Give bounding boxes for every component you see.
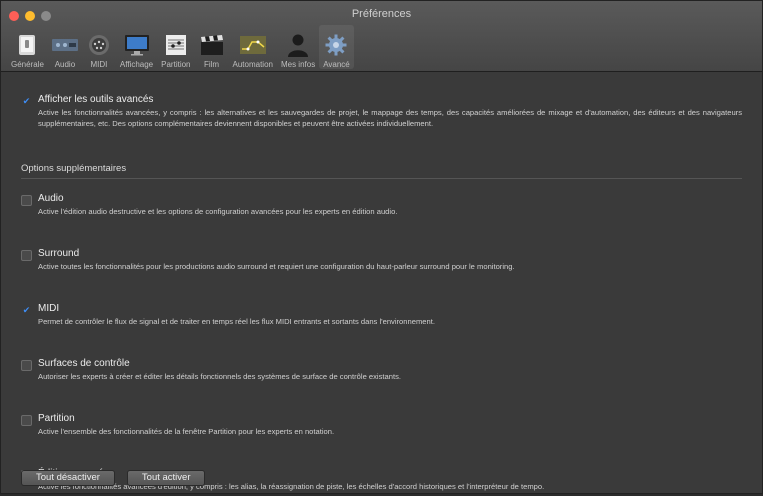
score-icon (163, 33, 189, 57)
tab-midi[interactable]: MIDI (82, 25, 116, 69)
audio-checkbox[interactable] (21, 195, 32, 206)
tab-automation[interactable]: Automation (229, 25, 277, 69)
option-description: Active l'ensemble des fonctionnalités de… (38, 427, 335, 436)
surround-checkbox[interactable] (21, 250, 32, 261)
tab-generale[interactable]: Générale (7, 25, 48, 69)
preferences-window: Préférences Générale Audio MIDI Affichag… (0, 0, 763, 494)
option-title: Surfaces de contrôle (38, 358, 130, 369)
tab-audio[interactable]: Audio (48, 25, 82, 69)
option-title: Partition (38, 413, 75, 424)
enable-all-button[interactable]: Tout activer (126, 470, 206, 486)
option-audio: Audio Active l'édition audio destructive… (21, 193, 742, 217)
option-description: Permet de contrôler le flux de signal et… (38, 317, 435, 326)
tab-avance[interactable]: Avancé (319, 25, 354, 69)
option-midi: ✔ MIDI Permet de contrôler le flux de si… (21, 303, 742, 327)
option-title: Afficher les outils avancés (38, 94, 154, 105)
display-icon (124, 33, 150, 57)
advanced-preferences-pane: ✔ Afficher les outils avancés Active les… (1, 72, 762, 496)
show-advanced-tools-option: ✔ Afficher les outils avancés Active les… (21, 94, 742, 129)
clapperboard-icon (199, 33, 225, 57)
gear-icon (323, 33, 349, 57)
option-title: Audio (38, 193, 64, 204)
option-partition: Partition Active l'ensemble des fonction… (21, 413, 742, 437)
disable-all-button[interactable]: Tout désactiver (21, 470, 115, 486)
phone-switch-icon (14, 33, 40, 57)
tab-affichage[interactable]: Affichage (116, 25, 157, 69)
option-description: Active l'édition audio destructive et le… (38, 207, 398, 216)
option-surround: Surround Active toutes les fonctionnalit… (21, 248, 742, 272)
control-surfaces-checkbox[interactable] (21, 360, 32, 371)
option-description: Active toutes les fonctionnalités pour l… (38, 262, 515, 271)
option-title: MIDI (38, 303, 60, 314)
option-description: Autoriser les experts à créer et éditer … (38, 372, 401, 381)
option-description: Active les fonctionnalités avancées, y c… (38, 108, 742, 128)
preferences-toolbar: Générale Audio MIDI Affichage Partition … (7, 25, 354, 69)
midi-connector-icon (86, 33, 112, 57)
tab-film[interactable]: Film (195, 25, 229, 69)
tab-partition[interactable]: Partition (157, 25, 194, 69)
automation-icon (239, 33, 266, 57)
window-title: Préférences (351, 8, 412, 20)
show-advanced-tools-checkbox[interactable]: ✔ (21, 96, 32, 107)
option-title: Surround (38, 248, 80, 259)
partition-checkbox[interactable] (21, 415, 32, 426)
title-bar: Préférences Générale Audio MIDI Affichag… (1, 1, 762, 72)
user-silhouette-icon (285, 33, 311, 57)
midi-checkbox[interactable]: ✔ (21, 305, 32, 316)
tab-mes-infos[interactable]: Mes infos (277, 25, 319, 69)
button-bar: Tout désactiver Tout activer (21, 470, 206, 486)
audio-interface-icon (51, 33, 78, 57)
option-control-surfaces: Surfaces de contrôle Autoriser les exper… (21, 358, 742, 382)
section-title: Options supplémentaires (21, 163, 742, 179)
